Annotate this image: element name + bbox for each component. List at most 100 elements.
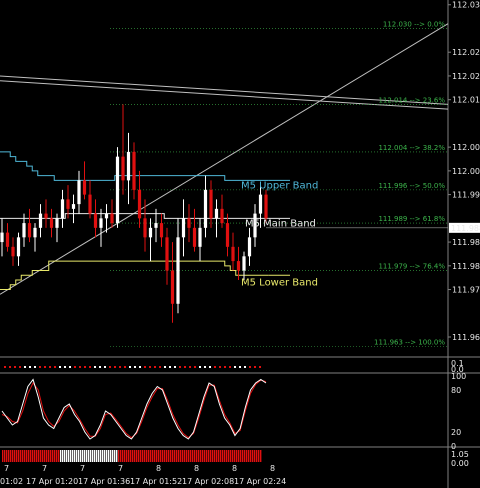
price-tick-label: 112.005	[452, 143, 480, 152]
histogram-bar	[20, 450, 22, 462]
histogram-bar	[68, 450, 70, 462]
indicator-dot	[154, 366, 156, 368]
histogram-bar	[12, 450, 14, 462]
bear-candle	[121, 156, 125, 181]
indicator-dot	[89, 366, 91, 368]
fib-level-label: 112.014 --> 23.6%	[378, 96, 445, 104]
indicator-dot	[169, 366, 171, 368]
bear-candle	[209, 189, 213, 219]
histogram-bar	[246, 450, 248, 462]
histogram-bar	[30, 450, 32, 462]
histogram-bar	[56, 450, 58, 462]
bear-candle	[132, 151, 136, 190]
histogram-bar	[230, 450, 232, 462]
bear-candle	[44, 213, 48, 219]
histogram-bar	[192, 450, 194, 462]
histogram-bar	[28, 450, 30, 462]
histogram-bar	[90, 450, 92, 462]
histogram-bar	[256, 450, 258, 462]
bear-candle	[225, 223, 230, 247]
histogram-bar	[122, 450, 124, 462]
bull-candle	[148, 227, 153, 238]
histogram-bar	[200, 450, 202, 462]
bull-candle	[16, 237, 21, 257]
histogram-bar	[102, 450, 104, 462]
fib-level-label: 112.004 --> 38.2%	[378, 144, 445, 152]
bar-row-label: 8	[270, 464, 275, 473]
bear-candle	[11, 246, 15, 257]
histogram-bar	[42, 450, 44, 462]
histogram-bar	[14, 450, 16, 462]
histogram-bar	[116, 450, 118, 462]
histogram-bar	[240, 450, 242, 462]
bull-candle	[55, 218, 59, 228]
upper-band-label: M5 Upper Band	[241, 180, 318, 191]
bottom-indicator-label: 1.05	[451, 450, 469, 459]
histogram-bar	[86, 450, 88, 462]
indicator-dot	[29, 366, 31, 368]
indicator-dot	[224, 366, 226, 368]
histogram-bar	[222, 450, 224, 462]
histogram-bar	[212, 450, 214, 462]
histogram-bar	[4, 450, 6, 462]
histogram-bar	[186, 450, 188, 462]
indicator-dot	[189, 366, 191, 368]
indicator-dot	[144, 366, 146, 368]
bottom-indicator-label: 0.00	[451, 459, 469, 468]
histogram-bar	[258, 450, 260, 462]
histogram-bar	[214, 450, 216, 462]
histogram-bar	[206, 450, 208, 462]
indicator-dot	[124, 366, 126, 368]
indicator-dot	[99, 366, 101, 368]
histogram-bar	[120, 450, 122, 462]
indicator-dot	[54, 366, 56, 368]
bull-candle	[203, 189, 208, 228]
histogram-bar	[52, 450, 54, 462]
histogram-bar	[84, 450, 86, 462]
indicator-dot	[184, 366, 186, 368]
histogram-bar	[78, 450, 80, 462]
histogram-bar	[104, 450, 106, 462]
bear-candle	[231, 246, 235, 262]
histogram-bar	[204, 450, 206, 462]
indicator-dot	[209, 366, 211, 368]
histogram-bar	[72, 450, 74, 462]
price-chart[interactable]: 112.035 112.025 112.020 112.015 112.005 112.0…	[0, 0, 480, 488]
bar-row-label: 7	[42, 464, 47, 473]
histogram-bar	[128, 450, 130, 462]
price-tick-label: 111.975	[452, 286, 480, 295]
stoch-axis-label: 100	[451, 372, 466, 381]
bear-candle	[170, 270, 175, 304]
histogram-bar	[82, 450, 84, 462]
histogram-bar	[158, 450, 160, 462]
indicator-dot	[79, 366, 81, 368]
price-tick-label: 111.985	[452, 238, 480, 247]
histogram-bar	[184, 450, 186, 462]
trendline-rising	[0, 23, 449, 295]
price-tick-label: 111.995	[452, 191, 480, 200]
bear-candle	[159, 223, 164, 238]
indicator-dot	[134, 366, 136, 368]
histogram-bar	[50, 450, 52, 462]
price-tick-label: 112.025	[452, 48, 480, 57]
histogram-bar	[142, 450, 144, 462]
histogram-bar	[88, 450, 90, 462]
bear-candle	[187, 218, 191, 228]
histogram-bar	[94, 450, 96, 462]
histogram-bar	[156, 450, 158, 462]
histogram-bar	[124, 450, 126, 462]
lower-band-line	[0, 260, 269, 291]
histogram-bar	[210, 450, 212, 462]
indicator-dot	[259, 366, 261, 368]
time-axis-label: 17 Apr 01:52	[130, 477, 182, 486]
bear-candle	[66, 199, 70, 209]
histogram-bar	[166, 450, 168, 462]
histogram-bar	[98, 450, 100, 462]
indicator-dot	[139, 366, 141, 368]
indicator-dot	[59, 366, 61, 368]
histogram-bar	[218, 450, 220, 462]
bear-candle	[5, 232, 10, 247]
bear-candle	[27, 223, 32, 238]
bull-candle	[242, 256, 246, 271]
histogram-bar	[152, 450, 154, 462]
